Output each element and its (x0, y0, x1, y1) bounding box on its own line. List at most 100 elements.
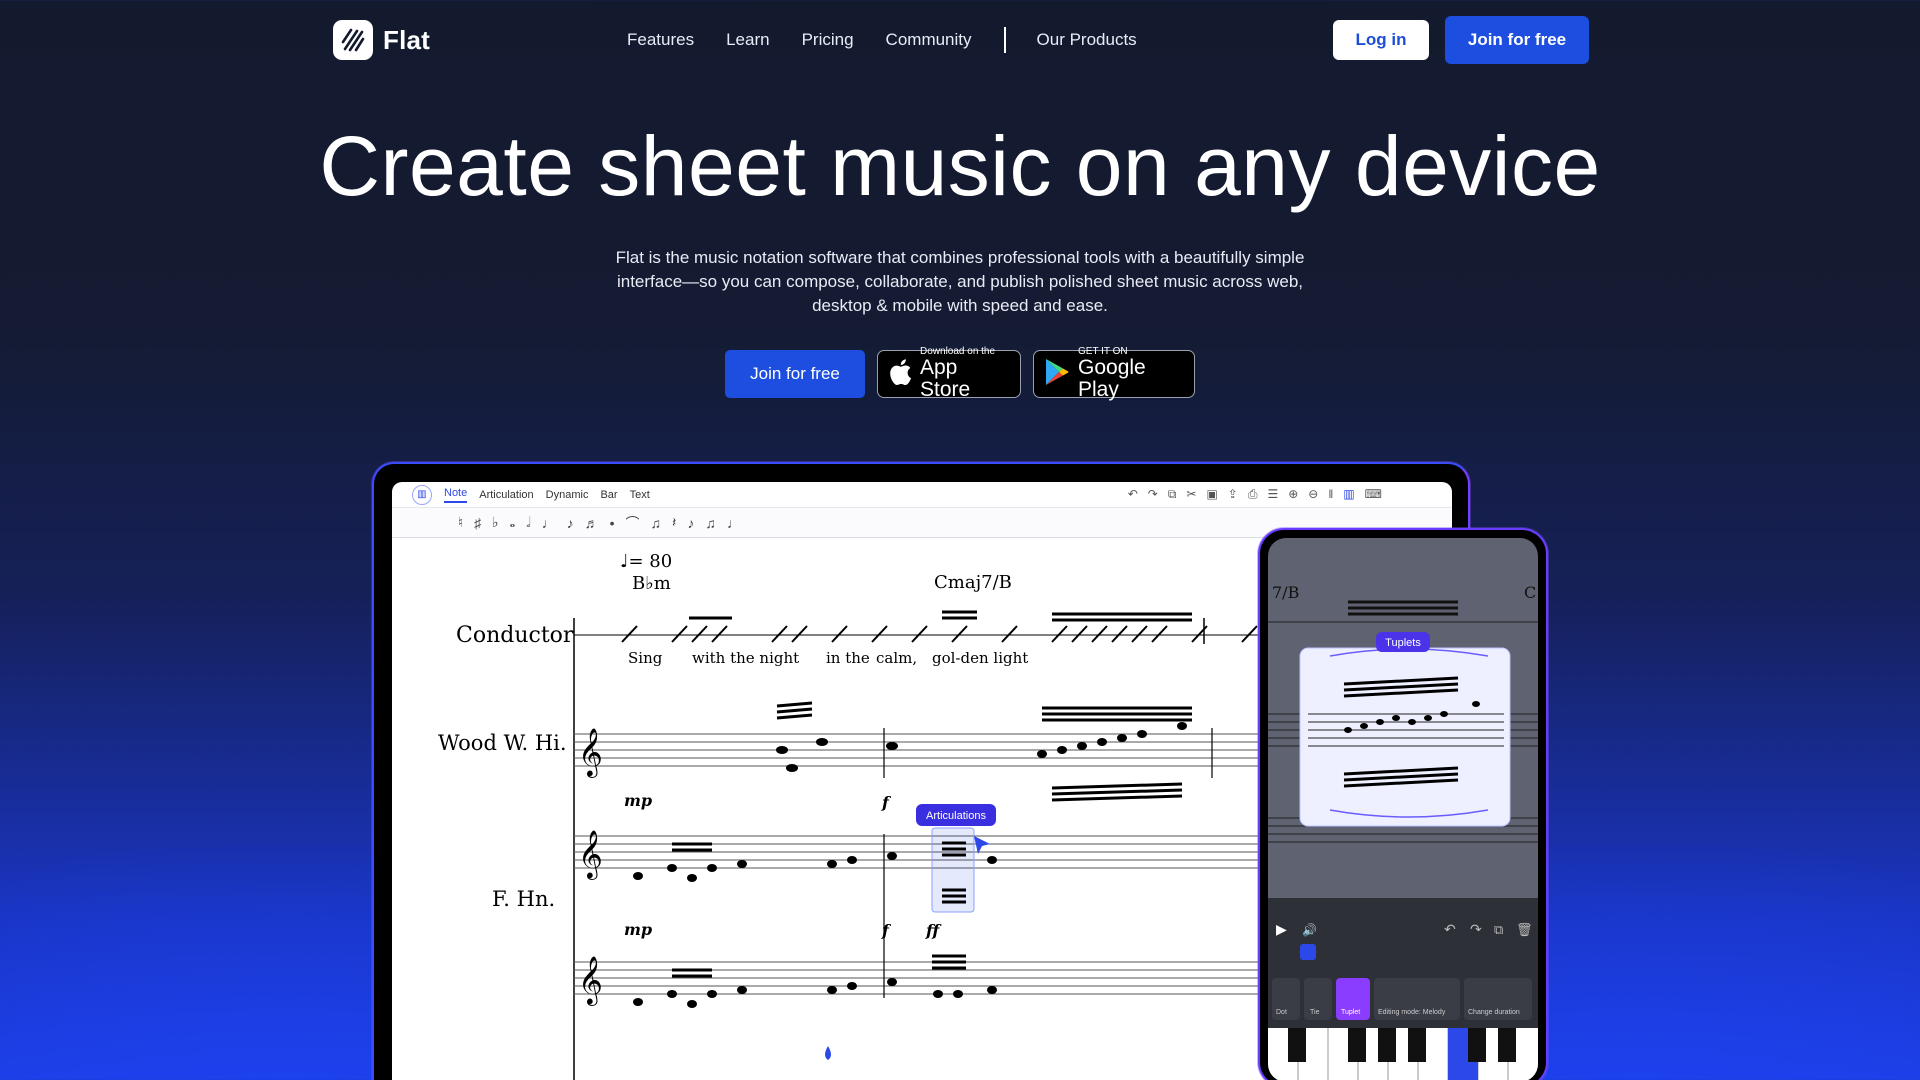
tool-tuplet[interactable]: Tuplet (1341, 1009, 1360, 1016)
tab-bar[interactable]: Bar (600, 489, 617, 501)
tab-text[interactable]: Text (630, 489, 650, 501)
app-store-big: App Store (920, 356, 971, 401)
phone-redo-icon[interactable]: ↷ (1470, 921, 1482, 937)
svg-text:C: C (1524, 583, 1536, 602)
tab-articulation[interactable]: Articulation (479, 489, 533, 501)
score-icon[interactable]: ▥ (1343, 487, 1354, 502)
chord-symbol-2: Cmaj7/B (934, 572, 1012, 593)
phone-chord: 7/B (1272, 583, 1299, 602)
instrument-horn: F. Hn. (492, 887, 555, 911)
print-icon[interactable]: ⎙ (1248, 487, 1258, 502)
brand-logo[interactable]: Flat (333, 20, 430, 60)
layout-icon[interactable]: ☰ (1267, 487, 1278, 502)
voice-icon[interactable]: ♩ (727, 515, 741, 531)
tie-icon[interactable]: ⌒ (626, 513, 640, 533)
flat-app-icon[interactable]: ▥ (412, 484, 432, 505)
editor-toolbar-actions: ↶ ↷ ⧉ ✂ ▣ ⇪ ⎙ ☰ ⊕ ⊖ ‖ ▥ ⌨ (1128, 487, 1382, 502)
keyboard-icon[interactable]: ⌨ (1365, 487, 1382, 502)
svg-text:𝄞: 𝄞 (578, 955, 603, 1006)
tool-dot[interactable]: Dot (1276, 1009, 1287, 1016)
natural-icon[interactable]: ♮ (458, 514, 463, 531)
phone-keyboard[interactable] (1268, 1028, 1538, 1080)
lyric-2: with the night (692, 649, 799, 667)
apple-icon (888, 358, 912, 391)
tool-editing-mode[interactable]: Editing mode: Melody (1378, 1009, 1446, 1016)
sixteenth-note-icon[interactable]: ♬ (585, 515, 599, 531)
paste-icon[interactable]: ▣ (1206, 487, 1217, 502)
zoom-out-icon[interactable]: ⊖ (1308, 487, 1318, 502)
dynamic-mp-1: mp (624, 791, 652, 810)
undo-icon[interactable]: ↶ (1128, 487, 1138, 502)
tool-change-duration[interactable]: Change duration (1468, 1009, 1520, 1016)
quarter-note-icon[interactable]: ♩ (542, 515, 556, 531)
nav-link-learn[interactable]: Learn (726, 30, 769, 50)
articulations-tooltip-label: Articulations (926, 810, 986, 822)
flat-icon[interactable]: ♭ (492, 514, 499, 531)
phone-screen: 7/B C Tuplets ▶ 🔊 ↶ ↷ ⧉ 🗑 Dot Tie Tuplet… (1268, 538, 1538, 1080)
dynamic-mp-2: mp (624, 920, 652, 939)
lyric-1: Sing (628, 649, 663, 667)
phone-delete-icon[interactable]: 🗑 (1516, 922, 1533, 937)
tempo-marking: ♩= 80 (620, 551, 672, 572)
hero-subtitle: Flat is the music notation software that… (615, 248, 1305, 315)
half-note-icon[interactable]: 𝅗𝅥 (526, 514, 530, 531)
flat-logo-icon (333, 20, 373, 60)
nav-link-pricing[interactable]: Pricing (802, 30, 854, 50)
chord-symbol-1: B♭m (632, 573, 671, 594)
join-cta-button[interactable]: Join for free (725, 350, 865, 398)
login-button[interactable]: Log in (1333, 20, 1429, 60)
google-play-icon (1044, 358, 1070, 391)
google-play-big: Google Play (1078, 356, 1146, 401)
cut-icon[interactable]: ✂ (1186, 487, 1196, 502)
svg-text:𝄞: 𝄞 (578, 727, 603, 778)
dynamic-f-2: f (881, 921, 892, 940)
google-play-text: GET IT ON Google Play (1078, 347, 1184, 401)
tuplet-icon[interactable]: ♫ (705, 515, 716, 531)
lyric-5: gol-den light (932, 649, 1028, 667)
zoom-in-icon[interactable]: ⊕ (1288, 487, 1298, 502)
tab-dynamic[interactable]: Dynamic (546, 489, 589, 501)
dot-icon[interactable]: • (610, 515, 615, 531)
dynamic-f-1: f (881, 793, 892, 812)
phone-copy-icon[interactable]: ⧉ (1494, 922, 1503, 937)
play-icon[interactable]: ▶ (1276, 921, 1287, 937)
drop-cursor-icon (825, 1046, 831, 1060)
app-store-text: Download on the App Store (920, 347, 1010, 401)
hero-title: Create sheet music on any device (319, 119, 1601, 213)
google-play-badge[interactable]: GET IT ON Google Play (1033, 347, 1195, 401)
phone-score[interactable]: 7/B C Tuplets ▶ 🔊 ↶ ↷ ⧉ 🗑 Dot Tie Tuplet… (1268, 538, 1538, 1080)
bars-icon[interactable]: ‖ (1328, 487, 1333, 502)
whole-note-icon[interactable]: 𝅝 (510, 514, 516, 531)
lyric-3: in the (826, 649, 870, 667)
dynamic-ff-1: ff (925, 921, 942, 940)
join-nav-button[interactable]: Join for free (1445, 16, 1589, 64)
eighth-note-icon[interactable]: ♪ (567, 515, 574, 531)
tuplet-selection[interactable] (1299, 647, 1511, 827)
rest-icon[interactable]: 𝄽 (672, 514, 676, 531)
beam-icon[interactable]: ♫ (651, 515, 662, 531)
cta-row: Join for free Download on the App Store … (725, 347, 1195, 401)
redo-icon[interactable]: ↷ (1148, 487, 1158, 502)
export-icon[interactable]: ⇪ (1228, 487, 1238, 502)
nav-link-our-products[interactable]: Our Products (1037, 30, 1137, 50)
nav-divider (1003, 27, 1006, 53)
nav-link-community[interactable]: Community (886, 30, 972, 50)
nav-links: Features Learn Pricing Community Our Pro… (627, 27, 1169, 53)
phone-mockup: 7/B C Tuplets ▶ 🔊 ↶ ↷ ⧉ 🗑 Dot Tie Tuplet… (1258, 528, 1548, 1080)
sharp-icon[interactable]: ♯ (474, 515, 481, 531)
cursor-icon (974, 836, 990, 854)
svg-text:𝄞: 𝄞 (578, 829, 603, 880)
top-nav: Flat Features Learn Pricing Community Ou… (0, 0, 1920, 80)
brand-name: Flat (383, 24, 431, 55)
nav-link-features[interactable]: Features (627, 30, 694, 50)
copy-icon[interactable]: ⧉ (1168, 487, 1177, 502)
volume-icon[interactable]: 🔊 (1302, 922, 1317, 937)
tab-note[interactable]: Note (444, 487, 468, 503)
phone-undo-icon[interactable]: ↶ (1444, 921, 1456, 937)
instrument-woodwind: Wood W. Hi. (438, 731, 567, 755)
instrument-conductor: Conductor (456, 623, 574, 648)
app-store-badge[interactable]: Download on the App Store (877, 347, 1021, 401)
tool-tie[interactable]: Tie (1310, 1009, 1320, 1016)
grace-note-icon[interactable]: ♪ (687, 515, 694, 531)
tuplets-tooltip-label: Tuplets (1385, 637, 1421, 649)
